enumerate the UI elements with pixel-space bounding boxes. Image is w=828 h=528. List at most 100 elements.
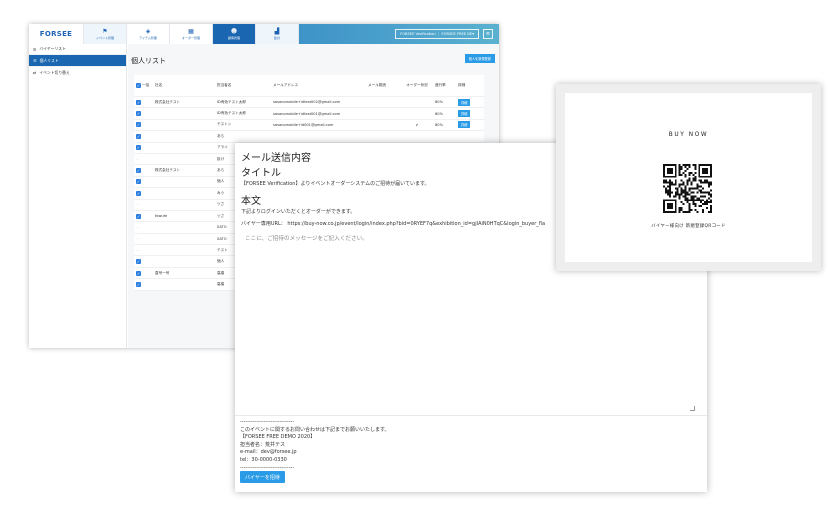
mail-body-line: 下記よりログインいただくとオーダーができます。 xyxy=(241,209,356,215)
progress-cell: 80% xyxy=(435,100,443,105)
tab-label: イベント管理 xyxy=(95,35,114,40)
sidebar-item-individual-list[interactable]: ☰ 個人リスト xyxy=(29,54,126,66)
qr-code-card: BUY NOW バイヤー様向け 新規登録QRコード xyxy=(556,84,821,271)
table-row[interactable]: ✓ テストン sasanomobile+id001@gmail.com ✔ 80% 詳細 xyxy=(134,120,484,132)
row-checkbox-cell: ✓ xyxy=(134,270,153,276)
calendar-icon: ▦ xyxy=(188,27,194,35)
tab-order-management[interactable]: ▦ オーダー管理 xyxy=(170,24,213,44)
row-checkbox[interactable]: ✓ xyxy=(136,190,141,196)
account-selector[interactable]: FORSEE Verification ｜ FORSEE FREE DE▾ xyxy=(395,29,479,39)
account-bar: FORSEE Verification ｜ FORSEE FREE DE▾ ≡ xyxy=(299,24,499,44)
header-mail-read: メール既読 xyxy=(368,83,386,87)
row-checkbox-cell: ✓ xyxy=(134,133,153,139)
list-icon: ☰ xyxy=(33,46,37,52)
row-checkbox-cell: · xyxy=(134,236,153,241)
flag-icon: ⚑ xyxy=(102,27,108,35)
contact-cell: あら xyxy=(217,133,225,138)
resize-handle-icon[interactable] xyxy=(690,406,695,411)
row-checkbox-empty[interactable]: · xyxy=(136,202,138,207)
row-checkbox[interactable]: ✓ xyxy=(136,179,141,185)
table-row[interactable]: ✓ ID有効テスト太郎 sasanomobile+idtest001@gmail.c… xyxy=(134,108,484,120)
contact-cell: テストン xyxy=(217,122,232,127)
header-progress: 進行率 xyxy=(435,83,446,87)
mail-heading: メール送信内容 xyxy=(241,153,311,164)
row-checkbox-cell: ✓ xyxy=(134,145,153,151)
email-cell: sasanomobile+id001@gmail.com xyxy=(273,122,334,127)
logo-text: FORSEE xyxy=(39,30,73,38)
chart-icon: ▟ xyxy=(274,27,280,35)
table-row[interactable]: ✓ 株式会社テスト ID有効テスト太郎 sasanomobile+idtest002@… xyxy=(134,97,484,109)
row-checkbox-cell: ✓ xyxy=(134,111,153,117)
mail-title-text: 【FORSEE Verification】よりイベントオーダーシステムのご招待が… xyxy=(241,181,430,187)
company-cell: 直号一号 xyxy=(155,270,170,275)
order-status-cell: ✔ xyxy=(415,122,419,127)
header-email: メールアドレス xyxy=(273,83,299,87)
row-checkbox-cell: ✓ xyxy=(134,213,153,219)
row-checkbox[interactable]: ✓ xyxy=(136,111,141,117)
mail-buyer-url: バイヤー専用URL： https://buy-now.co.jp/event/l… xyxy=(241,221,546,227)
row-checkbox[interactable]: ✓ xyxy=(136,213,141,219)
row-checkbox-cell: ✓ xyxy=(134,168,153,174)
row-checkbox-cell: ✓ xyxy=(134,179,153,185)
message-placeholder: ここに、ご招待のメッセージをご記入ください。 xyxy=(245,236,368,242)
tab-event-management[interactable]: ⚑ イベント管理 xyxy=(84,24,127,44)
row-checkbox[interactable]: ✓ xyxy=(136,122,141,128)
menu-icon[interactable]: ≡ xyxy=(483,29,493,39)
row-checkbox[interactable]: ✓ xyxy=(136,259,141,265)
row-checkbox[interactable]: ✓ xyxy=(136,168,141,174)
row-checkbox-empty[interactable]: · xyxy=(136,236,138,241)
row-checkbox-empty[interactable]: · xyxy=(136,248,138,253)
mail-footer: ------------------------------ このイベントに関す… xyxy=(240,419,390,471)
company-cell: fowufe xyxy=(155,214,168,219)
sidebar-item-label: 個人リスト xyxy=(39,57,59,63)
list-icon: ☰ xyxy=(33,58,37,63)
sidebar-heading: ☰ バイヤーリスト xyxy=(29,44,126,54)
select-all-checkbox[interactable]: ✓ xyxy=(136,83,141,88)
row-checkbox-empty[interactable]: · xyxy=(136,225,138,230)
email-cell: sasanomobile+idtest001@gmail.com xyxy=(273,111,341,116)
invite-buyer-button[interactable]: バイヤーを招待 xyxy=(240,471,285,483)
detail-cell: 詳細 xyxy=(456,121,484,129)
tab-customer-management[interactable]: ☻ 顧客管理 xyxy=(213,24,256,44)
row-checkbox[interactable]: ✓ xyxy=(136,133,141,139)
users-icon: ☻ xyxy=(230,27,238,35)
new-individual-button[interactable]: 個人を新規登録 xyxy=(464,54,495,63)
table-row[interactable]: ✓ あら xyxy=(134,131,484,143)
detail-button[interactable]: 詳細 xyxy=(458,110,471,118)
sidebar-item-switch-event[interactable]: ⇄ イベント切り替え xyxy=(29,66,126,78)
row-checkbox-cell: · xyxy=(134,157,153,162)
row-checkbox-cell: ✓ xyxy=(134,259,153,265)
detail-button[interactable]: 詳細 xyxy=(458,98,471,106)
forsee-logo[interactable]: FORSEE xyxy=(29,24,84,44)
header-company: 社名 xyxy=(155,83,163,87)
header-order-status: オーダー状況 xyxy=(406,83,428,87)
tab-summary[interactable]: ▟ 集計 xyxy=(256,24,299,44)
row-checkbox-empty[interactable]: · xyxy=(136,157,138,162)
row-checkbox[interactable]: ✓ xyxy=(136,281,141,287)
row-checkbox[interactable]: ✓ xyxy=(136,270,141,276)
qr-card-inner: BUY NOW バイヤー様向け 新規登録QRコード xyxy=(565,93,812,262)
row-checkbox[interactable]: ✓ xyxy=(136,99,141,105)
top-navigation: FORSEE ⚑ イベント管理 ◈ アイテム管理 ▦ オーダー管理 ☻ 顧客管理… xyxy=(29,24,499,44)
row-checkbox-cell: ✓ xyxy=(134,190,153,196)
tag-icon: ◈ xyxy=(145,27,151,35)
detail-cell: 詳細 xyxy=(456,98,484,106)
row-checkbox[interactable]: ✓ xyxy=(136,145,141,151)
tab-label: オーダー管理 xyxy=(181,35,200,40)
tab-item-management[interactable]: ◈ アイテム管理 xyxy=(127,24,170,44)
tab-label: アイテム管理 xyxy=(139,35,157,40)
switch-icon: ⇄ xyxy=(33,70,37,75)
qr-caption: バイヤー様向け 新規登録QRコード xyxy=(651,224,726,229)
detail-cell: 詳細 xyxy=(456,110,484,118)
sidebar-title: バイヤーリスト xyxy=(39,46,66,51)
screenshot-stage: FORSEE ⚑ イベント管理 ◈ アイテム管理 ▦ オーダー管理 ☻ 顧客管理… xyxy=(0,0,828,528)
row-checkbox-cell: · xyxy=(134,202,153,207)
table-header: ✓ 一括 社名 担当者名 メールアドレス メール既読 オーダー状況 進行率 詳細 xyxy=(134,75,484,97)
sidebar: ☰ バイヤーリスト ☰ 個人リスト ⇄ イベント切り替え xyxy=(29,44,127,348)
sidebar-item-label: イベント切り替え xyxy=(39,69,70,75)
header-bulk[interactable]: ✓ 一括 xyxy=(134,83,153,88)
email-cell: sasanomobile+idtest002@gmail.com xyxy=(273,100,341,105)
progress-cell: 80% xyxy=(435,111,443,116)
detail-button[interactable]: 詳細 xyxy=(458,121,471,129)
row-checkbox-cell: ✓ xyxy=(134,281,153,287)
